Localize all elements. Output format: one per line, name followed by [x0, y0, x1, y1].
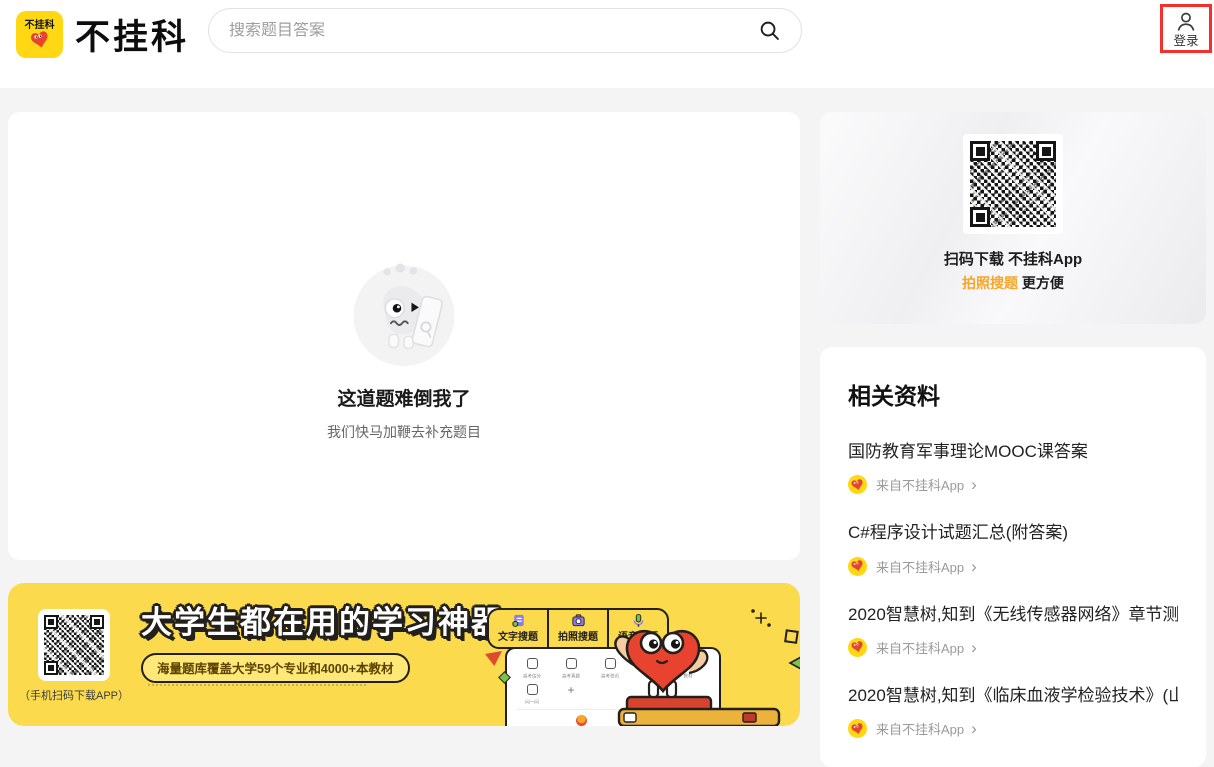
- app-badge-icon: [848, 475, 867, 494]
- related-item-source[interactable]: 来自不挂科App ›: [848, 475, 1178, 494]
- chevron-right-icon: ›: [971, 558, 977, 575]
- search-input[interactable]: [229, 22, 748, 40]
- app-badge-icon: [848, 557, 867, 576]
- download-qr-code: [963, 134, 1063, 234]
- brand-logo[interactable]: 不挂科 不挂科: [16, 9, 189, 60]
- add-icon: +: [556, 684, 586, 706]
- app-logo-icon: 不挂科: [16, 11, 63, 58]
- search-bar[interactable]: [208, 8, 802, 53]
- banner-qr-code: [38, 609, 110, 681]
- related-item-title[interactable]: C#程序设计试题汇总(附答案): [848, 522, 1178, 543]
- photo-search-highlight: 拍照搜题: [962, 275, 1018, 291]
- app-promo-banner[interactable]: （手机扫码下载APP） 大学生都在用的学习神器 海量题库覆盖大学59个专业和40…: [8, 583, 800, 726]
- related-item-source[interactable]: 来自不挂科App ›: [848, 638, 1178, 657]
- heart-icon: [28, 29, 51, 51]
- related-materials-card: 相关资料 国防教育军事理论MOOC课答案 来自不挂科App › C#程序设计试题…: [820, 347, 1206, 767]
- related-item[interactable]: C#程序设计试题汇总(附答案) 来自不挂科App ›: [848, 522, 1178, 575]
- empty-state-subtitle: 我们快马加鞭去补充题目: [327, 422, 481, 442]
- related-item-source[interactable]: 来自不挂科App ›: [848, 719, 1178, 738]
- related-item-title[interactable]: 2020智慧树,知到《临床血液学检验技术》(山…: [848, 685, 1178, 706]
- chevron-right-icon: ›: [971, 476, 977, 493]
- chevron-right-icon: ›: [971, 720, 977, 737]
- empty-result-card: 这道题难倒我了 我们快马加鞭去补充题目: [8, 112, 800, 560]
- app-badge-icon: [848, 719, 867, 738]
- related-heading: 相关资料: [848, 377, 1178, 411]
- app-badge-icon: [848, 638, 867, 657]
- related-item[interactable]: 2020智慧树,知到《临床血液学检验技术》(山… 来自不挂科App ›: [848, 685, 1178, 738]
- phone-brand-icon: [576, 715, 587, 726]
- related-item-title[interactable]: 2020智慧树,知到《无线传感器网络》章节测…: [848, 604, 1178, 625]
- chevron-right-icon: ›: [971, 639, 977, 656]
- banner-title: 大学生都在用的学习神器: [141, 597, 504, 642]
- empty-state-illustration: [348, 256, 460, 368]
- download-subcaption: 拍照搜题 更方便: [820, 273, 1206, 293]
- login-label: 登录: [1173, 35, 1198, 48]
- related-item[interactable]: 2020智慧树,知到《无线传感器网络》章节测… 来自不挂科App ›: [848, 604, 1178, 657]
- related-item[interactable]: 国防教育军事理论MOOC课答案 来自不挂科App ›: [848, 441, 1178, 494]
- app-download-card: 扫码下载 不挂科App 拍照搜题 更方便: [820, 112, 1206, 324]
- heart-mascot-illustration: [593, 593, 800, 726]
- banner-subtitle-pill: 海量题库覆盖大学59个专业和4000+本教材: [141, 653, 410, 683]
- related-item-source[interactable]: 来自不挂科App ›: [848, 557, 1178, 576]
- doc-search-icon: [511, 613, 526, 628]
- camera-icon: [571, 613, 586, 628]
- tab-text-search: 文字搜题: [489, 610, 547, 647]
- banner-qr-caption: （手机扫码下载APP）: [8, 687, 140, 703]
- search-icon[interactable]: [758, 19, 781, 42]
- download-caption: 扫码下载 不挂科App: [820, 248, 1206, 269]
- app-logo-text: 不挂科: [25, 21, 55, 31]
- brand-wordmark: 不挂科: [75, 9, 189, 60]
- header: 不挂科 不挂科 登录: [0, 0, 1214, 88]
- banner-dotted-line: [148, 684, 366, 686]
- decor-triangle-icon: [485, 651, 502, 666]
- empty-state-title: 这道题难倒我了: [337, 384, 470, 411]
- login-button[interactable]: 登录: [1160, 4, 1212, 53]
- related-item-title[interactable]: 国防教育军事理论MOOC课答案: [848, 441, 1178, 462]
- user-icon: [1174, 10, 1198, 34]
